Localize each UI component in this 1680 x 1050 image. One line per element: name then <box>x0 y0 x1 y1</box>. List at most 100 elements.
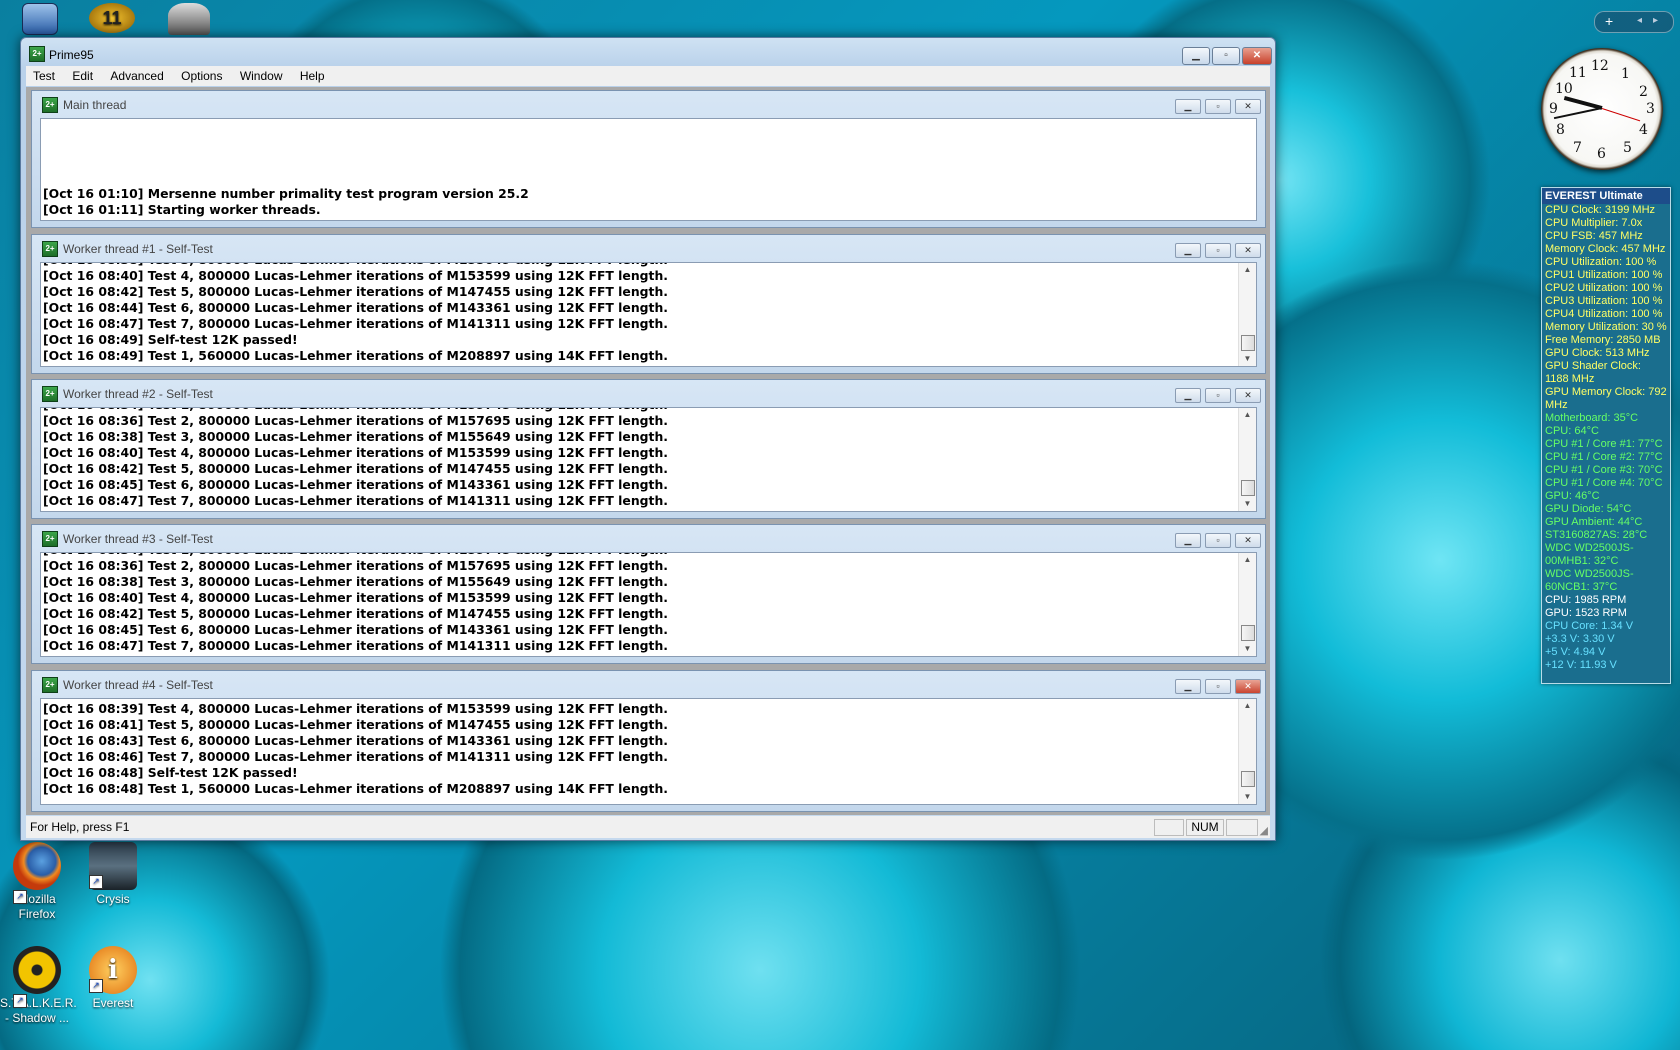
shortcut-arrow-icon: ↗ <box>13 994 27 1008</box>
menu-test[interactable]: Test <box>26 66 62 83</box>
log-line: [Oct 16 08:38] Test 3, 800000 Lucas-Lehm… <box>43 429 668 444</box>
prime95-window[interactable]: 2+ Prime95 ▁ ▫ ✕ Test Edit Advanced Opti… <box>20 37 1276 841</box>
child-minimize-button[interactable]: ▁ <box>1175 679 1201 694</box>
close-button[interactable]: ✕ <box>1242 47 1272 65</box>
child-minimize-button[interactable]: ▁ <box>1175 243 1201 258</box>
log-lines: [Oct 16 08:38] Test 3, 800000 Lucas-Lehm… <box>43 263 668 364</box>
worker-thread-2-window[interactable]: 2+ Worker thread #2 - Self-Test ▁ ▫ ✕ [O… <box>31 379 1266 519</box>
desktop-icon-label: Everest <box>92 996 134 1010</box>
prime95-app-icon: 2+ <box>42 386 58 402</box>
child-maximize-button[interactable]: ▫ <box>1205 388 1231 403</box>
gadget-toolbar[interactable]: + ◂ ▸ <box>1594 11 1674 33</box>
vertical-scrollbar[interactable]: ▲ ▼ <box>1238 699 1256 804</box>
window-title: Prime95 <box>49 48 94 62</box>
desktop-icon-helmet[interactable] <box>152 3 226 37</box>
vertical-scrollbar[interactable]: ▲ ▼ <box>1238 263 1256 366</box>
child-minimize-button[interactable]: ▁ <box>1175 388 1201 403</box>
thread-log[interactable]: [Oct 16 01:10] Mersenne number primality… <box>40 118 1257 221</box>
child-close-button[interactable]: ✕ <box>1235 99 1261 114</box>
menu-advanced[interactable]: Advanced <box>103 66 170 83</box>
scroll-thumb[interactable] <box>1241 335 1255 351</box>
desktop-icon-stalker[interactable]: ↗ S.T.A.L.K.E.R. - Shadow ... <box>0 946 77 1026</box>
maximize-button[interactable]: ▫ <box>1212 47 1240 65</box>
resize-grip-icon[interactable]: ◢ <box>1260 824 1268 837</box>
scroll-down-icon[interactable]: ▼ <box>1239 352 1256 366</box>
scroll-up-icon[interactable]: ▲ <box>1239 699 1256 713</box>
menu-window[interactable]: Window <box>233 66 290 83</box>
shortcut-arrow-icon: ↗ <box>89 979 103 993</box>
thread-log[interactable]: [Oct 16 08:39] Test 4, 800000 Lucas-Lehm… <box>40 698 1257 805</box>
log-line: [Oct 16 08:49] Test 1, 560000 Lucas-Lehm… <box>43 348 668 363</box>
menu-help[interactable]: Help <box>293 66 332 83</box>
sensor-reading: CPU: 1985 RPM <box>1545 594 1627 606</box>
prev-arrow-icon[interactable]: ◂ <box>1637 12 1642 30</box>
clock-gadget[interactable]: 12 1 2 3 4 5 6 7 8 9 10 11 <box>1541 48 1663 170</box>
worker-thread-3-window[interactable]: 2+ Worker thread #3 - Self-Test ▁ ▫ ✕ [O… <box>31 524 1266 664</box>
sensor-reading: GPU Clock: 513 MHz <box>1545 347 1650 359</box>
thread-log[interactable]: [Oct 16 08:38] Test 3, 800000 Lucas-Lehm… <box>40 262 1257 367</box>
child-maximize-button[interactable]: ▫ <box>1205 99 1231 114</box>
firefox-icon <box>13 842 61 890</box>
sensor-reading: +5 V: 4.94 V <box>1545 646 1606 658</box>
child-title: Worker thread #2 - Self-Test <box>63 387 213 401</box>
log-line: [Oct 16 08:44] Test 6, 800000 Lucas-Lehm… <box>43 300 668 315</box>
worker-thread-1-window[interactable]: 2+ Worker thread #1 - Self-Test ▁ ▫ ✕ [O… <box>31 234 1266 374</box>
main-thread-window[interactable]: 2+ Main thread ▁ ▫ ✕ [Oct 16 01:10] Mers… <box>31 90 1266 228</box>
log-line: [Oct 16 08:42] Test 5, 800000 Lucas-Lehm… <box>43 461 668 476</box>
desktop-icon-computer[interactable] <box>3 3 77 35</box>
desktop-icon-firefox[interactable]: ↗ Mozilla Firefox <box>0 842 74 922</box>
menu-edit[interactable]: Edit <box>65 66 100 83</box>
child-titlebar[interactable]: 2+ Worker thread #4 - Self-Test ▁ ▫ ✕ <box>32 671 1265 697</box>
window-titlebar[interactable]: 2+ Prime95 ▁ ▫ ✕ <box>21 38 1275 68</box>
log-line: [Oct 16 08:40] Test 4, 800000 Lucas-Lehm… <box>43 268 668 283</box>
scroll-thumb[interactable] <box>1241 771 1255 787</box>
child-close-button[interactable]: ✕ <box>1235 243 1261 258</box>
sensor-reading: CPU #1 / Core #1: 77°C <box>1545 438 1663 450</box>
log-line: [Oct 16 01:10] Mersenne number primality… <box>43 186 529 201</box>
desktop-icon-label: S.T.A.L.K.E.R. - Shadow ... <box>0 996 77 1025</box>
scroll-up-icon[interactable]: ▲ <box>1239 408 1256 422</box>
desktop-icon-everest[interactable]: i ↗ Everest <box>76 946 150 1011</box>
child-titlebar[interactable]: 2+ Worker thread #2 - Self-Test ▁ ▫ ✕ <box>32 380 1265 406</box>
menu-options[interactable]: Options <box>174 66 229 83</box>
scroll-thumb[interactable] <box>1241 625 1255 641</box>
child-close-button[interactable]: ✕ <box>1235 388 1261 403</box>
log-line: [Oct 16 08:42] Test 5, 800000 Lucas-Lehm… <box>43 606 668 621</box>
vertical-scrollbar[interactable]: ▲ ▼ <box>1238 408 1256 511</box>
scroll-down-icon[interactable]: ▼ <box>1239 790 1256 804</box>
child-maximize-button[interactable]: ▫ <box>1205 679 1231 694</box>
child-close-button[interactable]: ✕ <box>1235 533 1261 548</box>
child-titlebar[interactable]: 2+ Worker thread #3 - Self-Test ▁ ▫ ✕ <box>32 525 1265 551</box>
minimize-button[interactable]: ▁ <box>1182 47 1210 65</box>
log-line: [Oct 16 08:48] Test 1, 560000 Lucas-Lehm… <box>43 781 668 796</box>
scroll-thumb[interactable] <box>1241 480 1255 496</box>
child-maximize-button[interactable]: ▫ <box>1205 243 1231 258</box>
clock-number: 1 <box>1621 66 1630 82</box>
thread-log[interactable]: [Oct 16 08:34] Test 1, 800000 Lucas-Lehm… <box>40 407 1257 512</box>
child-minimize-button[interactable]: ▁ <box>1175 533 1201 548</box>
child-maximize-button[interactable]: ▫ <box>1205 533 1231 548</box>
everest-title: EVEREST Ultimate <box>1542 188 1670 204</box>
scroll-up-icon[interactable]: ▲ <box>1239 553 1256 567</box>
next-arrow-icon[interactable]: ▸ <box>1653 12 1658 30</box>
minute-hand <box>1553 107 1603 120</box>
child-titlebar[interactable]: 2+ Main thread ▁ ▫ ✕ <box>32 91 1265 117</box>
scroll-up-icon[interactable]: ▲ <box>1239 263 1256 277</box>
desktop-icon-crysis[interactable]: ↗ Crysis <box>76 842 150 907</box>
child-close-button[interactable]: ✕ <box>1235 679 1261 694</box>
thread-log[interactable]: [Oct 16 08:34] Test 1, 800000 Lucas-Lehm… <box>40 552 1257 657</box>
desktop-icon-game-11[interactable]: 11 <box>75 3 149 35</box>
scroll-down-icon[interactable]: ▼ <box>1239 642 1256 656</box>
sensor-reading: CPU #1 / Core #3: 70°C <box>1545 464 1663 476</box>
scroll-down-icon[interactable]: ▼ <box>1239 497 1256 511</box>
child-title: Worker thread #4 - Self-Test <box>63 678 213 692</box>
child-minimize-button[interactable]: ▁ <box>1175 99 1201 114</box>
sensor-reading: GPU Memory Clock: 792 MHz <box>1545 386 1667 411</box>
child-titlebar[interactable]: 2+ Worker thread #1 - Self-Test ▁ ▫ ✕ <box>32 235 1265 261</box>
add-gadget-icon[interactable]: + <box>1605 12 1613 30</box>
worker-thread-4-window[interactable]: 2+ Worker thread #4 - Self-Test ▁ ▫ ✕ [O… <box>31 670 1266 812</box>
prime95-app-icon: 2+ <box>42 241 58 257</box>
log-line: [Oct 16 08:48] Self-test 12K passed! <box>43 765 298 780</box>
vertical-scrollbar[interactable]: ▲ ▼ <box>1238 553 1256 656</box>
clock-number: 2 <box>1639 84 1648 100</box>
